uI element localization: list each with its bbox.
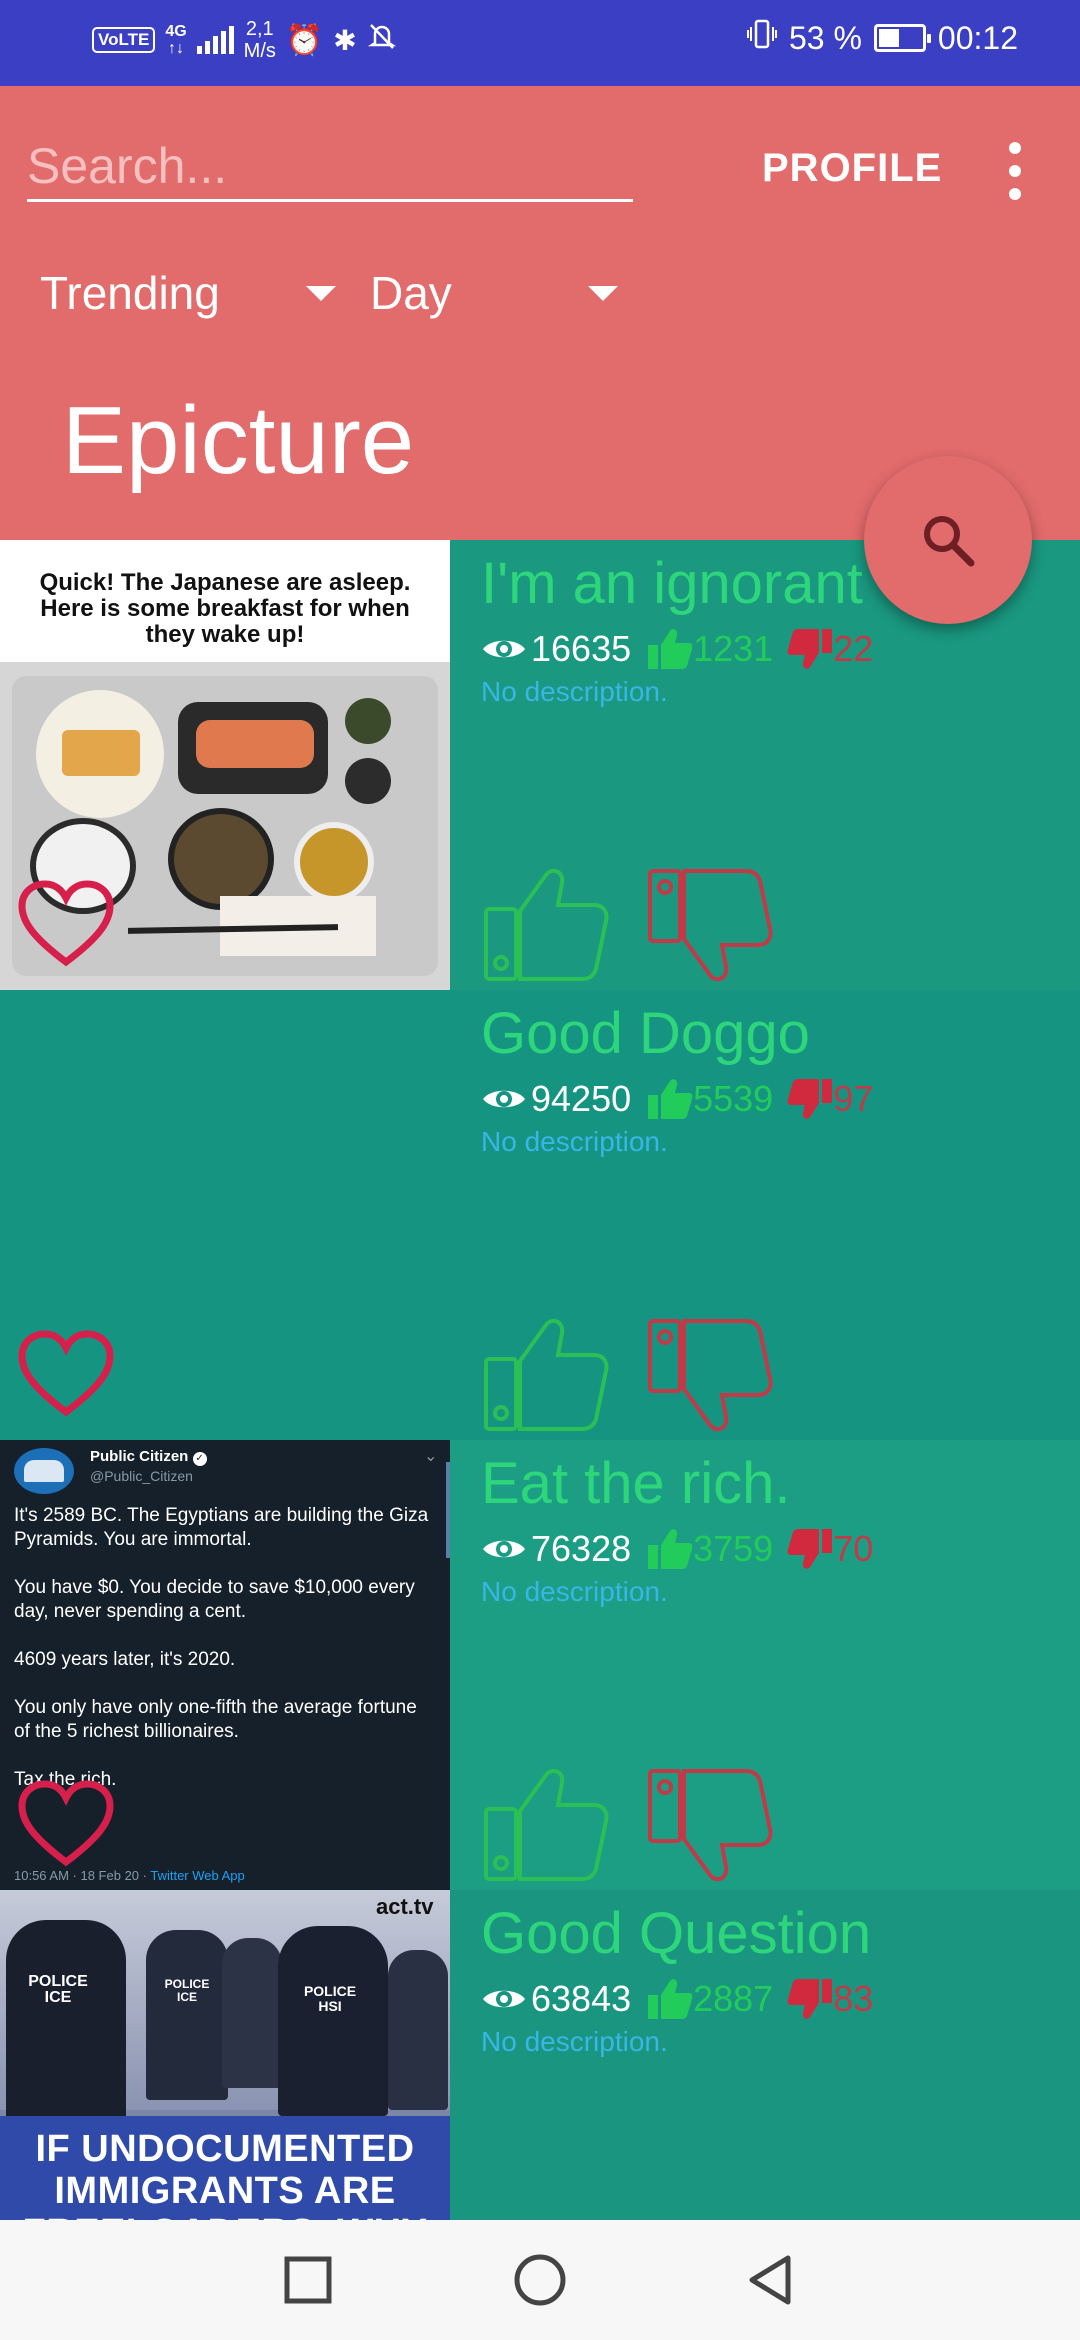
battery-icon (873, 24, 931, 52)
post-description: No description. (481, 676, 668, 707)
battery-percent: 53 % (788, 19, 862, 56)
post-title: Good Question (481, 1901, 872, 1966)
nav-back-icon[interactable] (740, 2250, 800, 2310)
thumbs-down-icon (787, 629, 833, 669)
view-count: 76328 (531, 1528, 632, 1569)
sort-dropdown-value: Trending (40, 267, 220, 319)
chevron-down-icon: ⌄ (424, 1448, 438, 1465)
app-title: Epicture (62, 387, 415, 494)
signal-icon (196, 26, 234, 54)
upvote-button[interactable] (482, 1765, 612, 1885)
post-title: I'm an ignorant (481, 551, 863, 616)
watermark-logo: act.tv (376, 1894, 434, 1919)
post-image-caption: Quick! The Japanese are asleep. Here is … (39, 569, 411, 648)
downvote-button[interactable] (646, 865, 776, 985)
view-count: 16635 (531, 628, 632, 669)
downvote-button[interactable] (646, 1765, 776, 1885)
heart-icon[interactable] (16, 878, 116, 970)
downvote-count: 83 (833, 1978, 874, 2019)
thumbs-up-icon (648, 629, 693, 669)
thumbs-down-icon (787, 1529, 833, 1569)
eye-icon (483, 640, 525, 658)
downvote-button[interactable] (646, 1315, 776, 1435)
tweet-handle: @Public_Citizen (90, 1468, 193, 1484)
screen: VoLTE 4G↑↓ 2,1M/s ⏰ ✱ 53 % 00:12 PROFILE (0, 0, 1080, 2340)
search-icon (924, 516, 975, 567)
tweet-text: It's 2589 BC. The Egyptians are building… (14, 1505, 429, 1790)
nav-recents-icon[interactable] (278, 2250, 338, 2310)
vest-label: POLICE ICE (28, 1973, 88, 2006)
mute-icon (367, 21, 397, 59)
thumbs-down-icon (787, 1079, 833, 1119)
network-speed: 2,1 M/s (243, 18, 276, 62)
post-title: Eat the rich. (481, 1451, 791, 1516)
search-fab-button[interactable] (864, 456, 1032, 624)
tweet-author: Public Citizen ✓ (90, 1448, 207, 1466)
downvote-count: 22 (833, 628, 874, 669)
upvote-count: 1231 (693, 628, 774, 669)
post-description: No description. (481, 1126, 668, 1157)
profile-button[interactable]: PROFILE (762, 146, 942, 191)
eye-icon (483, 1540, 525, 1558)
post-description: No description. (481, 2026, 668, 2057)
thumbs-up-icon (648, 1979, 693, 2019)
upvote-count: 3759 (693, 1528, 774, 1569)
downvote-count: 70 (833, 1528, 874, 1569)
upvote-button[interactable] (482, 1315, 612, 1435)
upvote-count: 5539 (693, 1078, 774, 1119)
eye-icon (483, 1090, 525, 1108)
view-count: 63843 (531, 1978, 632, 2019)
post-stats: 94250 5539 97 (481, 1076, 873, 1122)
view-count: 94250 (531, 1078, 632, 1119)
alarm-icon: ⏰ (285, 23, 324, 57)
heart-icon[interactable] (16, 1778, 116, 1870)
post-stats: 76328 3759 70 (481, 1526, 873, 1572)
vest-label: POLICE HSI (303, 1983, 357, 2014)
status-bar: VoLTE 4G ↑↓ 2,1 M/s ⏰ ✱ 53 % 00:12 (0, 0, 1080, 86)
sort-dropdown[interactable]: Trending (40, 266, 340, 320)
thumbs-up-icon (648, 1079, 693, 1119)
upvote-count: 2887 (693, 1978, 774, 2019)
window-dropdown[interactable]: Day (370, 266, 630, 320)
eye-icon (483, 1990, 525, 2008)
volte-badge: VoLTE (92, 27, 156, 53)
downvote-count: 97 (833, 1078, 874, 1119)
post-stats: 63843 2887 83 (481, 1976, 873, 2022)
chevron-down-icon (306, 286, 336, 301)
list-item[interactable]: Good Doggo 94250 5539 97 No description. (0, 990, 1080, 1440)
vibrate-icon (746, 18, 777, 58)
system-nav-bar (0, 2220, 1080, 2340)
list-item[interactable]: Public Citizen ✓ @Public_Citizen ⌄ It's … (0, 1440, 1080, 1890)
upvote-button[interactable] (482, 865, 612, 985)
post-stats: 16635 1231 22 (481, 626, 873, 672)
vest-label: POLICE ICE (164, 1977, 210, 2004)
network-type: 4G ↑↓ (165, 23, 187, 57)
heart-icon[interactable] (16, 1328, 116, 1420)
clock: 00:12 (937, 19, 1018, 56)
post-title: Good Doggo (481, 1001, 810, 1066)
search-input[interactable] (27, 132, 633, 202)
tweet-meta: 10:56 AM · 18 Feb 20 · Twitter Web App (14, 1868, 245, 1883)
window-dropdown-value: Day (370, 267, 452, 319)
thumbs-down-icon (787, 1979, 833, 2019)
overflow-menu-icon[interactable] (1004, 142, 1026, 200)
thumbs-up-icon (648, 1529, 693, 1569)
bluetooth-icon: ✱ (333, 24, 357, 56)
nav-home-icon[interactable] (510, 2250, 570, 2310)
post-description: No description. (481, 1576, 668, 1607)
chevron-down-icon (588, 286, 618, 301)
